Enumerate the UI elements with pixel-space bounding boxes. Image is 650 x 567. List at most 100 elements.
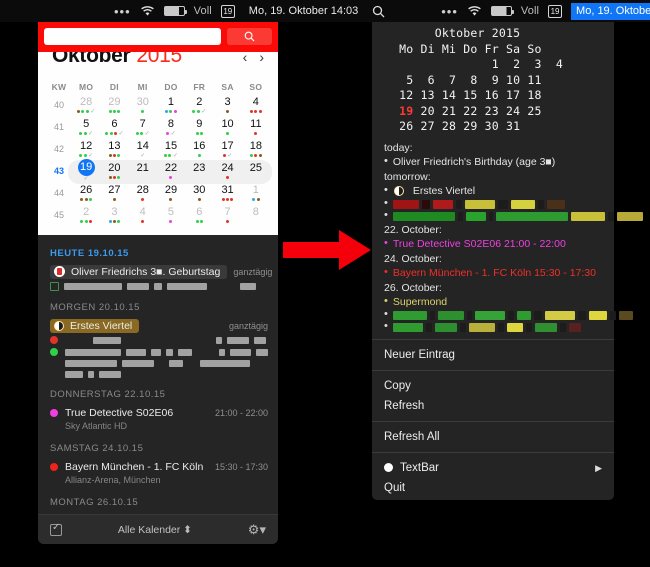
chevron-right-icon[interactable]: › [259, 50, 264, 64]
calendar-filter-button[interactable]: Alle Kalender ⬍ [118, 524, 192, 536]
blurred-text-block [474, 311, 505, 320]
event-group-header-monday: MONTAG 26.10.15 [50, 497, 139, 508]
dropdown-event-item[interactable]: • [384, 309, 633, 322]
menu-item-copy[interactable]: Copy [372, 376, 614, 396]
event-dot [195, 132, 199, 135]
calendar-day-number: 17 [221, 140, 234, 152]
calendar-day-cell[interactable]: 30 [185, 183, 213, 205]
event-dot [258, 154, 262, 157]
calendar-day-cell[interactable]: 4 [129, 205, 157, 227]
wifi-icon[interactable] [467, 5, 482, 17]
dropdown-event-item[interactable]: • True Detective S02E06 21:00 - 22:00 [384, 237, 602, 252]
overflow-dots-icon[interactable]: ••• [441, 5, 458, 18]
calendar-day-cell[interactable]: 11 [242, 117, 270, 139]
calendar-day-cell[interactable]: 14 ✓ [129, 139, 157, 161]
menu-bar-clock-right[interactable]: Mo, 19. Oktober 14:50 [571, 2, 650, 20]
menu-item-textbar[interactable]: TextBar ▶ [372, 458, 614, 478]
search-highlight-callout [38, 9, 278, 52]
event-dot [169, 198, 173, 201]
calendar-day-icon[interactable]: 19 [220, 4, 235, 18]
calendar-day-cell[interactable]: 6 ✓ [100, 117, 128, 139]
calendar-day-cell[interactable]: 6 [185, 205, 213, 227]
event-row-moon-phase[interactable]: Erstes Viertel ganztägig [38, 317, 278, 334]
event-row-birthday[interactable]: Oliver Friedrichs 3■. Geburtstag ganztäg… [38, 263, 278, 280]
event-tick-icon: ✓ [172, 152, 178, 159]
chevron-left-icon[interactable]: ‹ [243, 50, 248, 64]
search-button[interactable] [227, 27, 272, 45]
calendar-day-cell[interactable]: 3 [213, 95, 241, 117]
calendar-day-cell[interactable]: 13 [100, 139, 128, 161]
calendar-day-event-dots [72, 219, 100, 224]
calendar-day-cell[interactable]: 1 [157, 95, 185, 117]
dropdown-event-item[interactable]: • Erstes Viertel [384, 184, 602, 199]
menu-bar-clock-left[interactable]: Mo, 19. Oktober 14:03 [244, 3, 363, 20]
calendar-day-cell[interactable]: 26 [72, 183, 100, 205]
dropdown-event-item[interactable]: • Oliver Friedrich's Birthday (age 3■) [384, 155, 602, 170]
calendar-day-cell[interactable]: 27 [100, 183, 128, 205]
calendar-day-icon[interactable]: 19 [548, 4, 563, 18]
calendar-day-event-dots [242, 175, 270, 180]
calendar-day-cell[interactable]: 3 [100, 205, 128, 227]
menu-item-quit[interactable]: Quit [372, 478, 614, 498]
calendar-day-cell[interactable]: 23 [185, 161, 213, 183]
event-row-blurred[interactable] [38, 346, 278, 358]
calendar-day-cell[interactable]: 16 [185, 139, 213, 161]
checkbox-checked-icon[interactable] [50, 522, 62, 536]
calendar-day-cell[interactable]: 19 ✓ [72, 159, 100, 183]
overflow-dots-icon[interactable]: ••• [114, 5, 131, 18]
dropdown-event-item[interactable]: • [384, 321, 602, 334]
calendar-day-event-dots [242, 197, 270, 202]
calendar-day-cell[interactable]: 7 [213, 205, 241, 227]
menu-item-refresh-all[interactable]: Refresh All [372, 427, 614, 447]
dropdown-event-item[interactable]: • [384, 198, 602, 211]
calendar-day-cell[interactable]: 29 [100, 95, 128, 117]
calendar-day-cell[interactable]: 17 ✓ [213, 139, 241, 161]
calendar-day-cell[interactable]: 24 [213, 161, 241, 183]
calendar-day-number: 15 [164, 140, 178, 152]
calendar-day-cell[interactable]: 10 [213, 117, 241, 139]
dropdown-event-item[interactable]: • Supermond [384, 295, 602, 310]
calendar-day-cell[interactable]: 21 [129, 161, 157, 183]
calendar-day-cell[interactable]: 7 ✓ [129, 117, 157, 139]
calendar-day-cell[interactable]: 5 [157, 205, 185, 227]
calendar-day-cell[interactable]: 8 [242, 205, 270, 227]
calendar-day-cell[interactable]: 8 ✓ [157, 117, 185, 139]
calendar-day-cell[interactable]: 28 ✓ [72, 95, 100, 117]
calendar-day-cell[interactable]: 25 [242, 161, 270, 183]
battery-icon[interactable] [490, 6, 514, 16]
calendar-day-cell[interactable]: 15 ✓ [157, 139, 185, 161]
calendar-day-cell[interactable]: 5 ✓ [72, 117, 100, 139]
calendar-day-cell[interactable]: 22 [157, 161, 185, 183]
event-row-bayern-koeln[interactable]: Bayern München - 1. FC Köln 15:30 - 17:3… [38, 458, 278, 475]
event-dot [192, 110, 196, 113]
event-dot [109, 132, 113, 135]
calendar-day-cell[interactable]: 12 ✓ [72, 139, 100, 161]
dropdown-event-item[interactable]: • Bayern München - 1. FC Köln 15:30 - 17:… [384, 266, 602, 281]
wifi-icon[interactable] [140, 5, 155, 17]
calendar-day-cell[interactable]: 4 [242, 95, 270, 117]
menu-item-refresh[interactable]: Refresh [372, 396, 614, 416]
event-row-blurred[interactable] [38, 280, 278, 293]
gear-icon[interactable]: ⚙▾ [248, 523, 266, 536]
calendar-day-cell[interactable]: 29 [157, 183, 185, 205]
event-row-true-detective[interactable]: True Detective S02E06 21:00 - 22:00 [38, 404, 278, 421]
calendar-day-cell[interactable]: 9 [185, 117, 213, 139]
calendar-day-event-dots [100, 109, 128, 114]
battery-icon[interactable] [163, 6, 187, 16]
event-row-blurred[interactable] [38, 334, 278, 346]
menu-separator [372, 369, 614, 371]
blurred-text [93, 336, 121, 344]
calendar-day-cell[interactable]: 31 [213, 183, 241, 205]
calendar-day-cell[interactable]: 2 ✓ [185, 95, 213, 117]
dropdown-event-item[interactable]: • [384, 210, 643, 223]
calendar-day-cell[interactable]: 28 [129, 183, 157, 205]
calendar-day-cell[interactable]: 18 [242, 139, 270, 161]
calendar-day-cell[interactable]: 2 [72, 205, 100, 227]
calendar-day-cell[interactable]: 20 [100, 161, 128, 183]
calendar-day-number: 11 [250, 118, 262, 130]
menu-item-neuer-eintrag[interactable]: Neuer Eintrag [372, 345, 614, 365]
search-icon[interactable] [372, 5, 385, 18]
search-input[interactable] [44, 27, 221, 45]
calendar-day-cell[interactable]: 1 [242, 183, 270, 205]
calendar-day-cell[interactable]: 30 [129, 95, 157, 117]
